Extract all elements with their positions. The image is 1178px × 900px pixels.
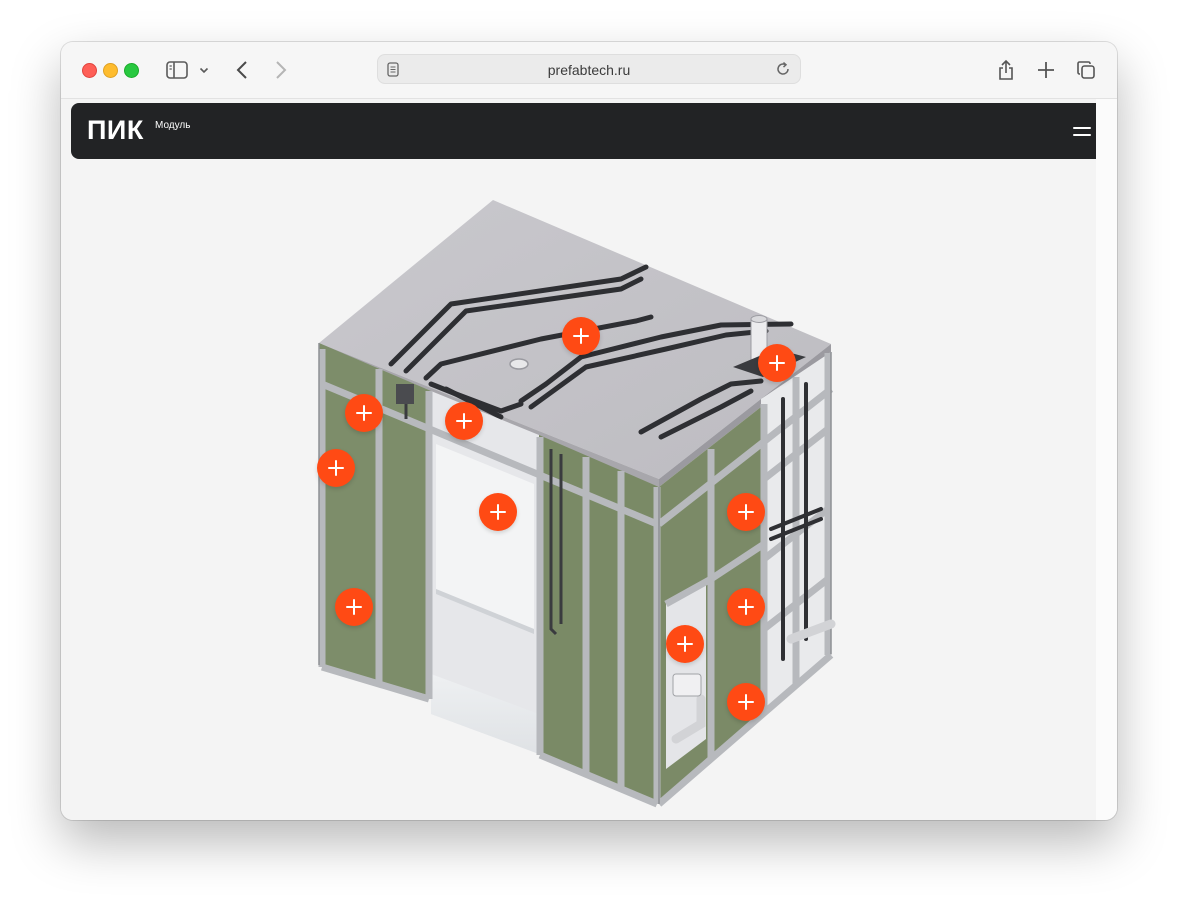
hotspot-wall-top-left[interactable] — [345, 394, 383, 432]
url-text: prefabtech.ru — [547, 62, 631, 78]
site-logo-subtitle: Модуль — [155, 120, 191, 131]
hotspot-toilet-installation[interactable] — [666, 625, 704, 663]
hamburger-menu-icon[interactable] — [1073, 124, 1091, 138]
plus-icon — [738, 694, 754, 710]
forward-arrow-icon[interactable] — [270, 58, 292, 82]
tab-overview-icon[interactable] — [1075, 59, 1097, 81]
hotspot-side-wall-middle[interactable] — [727, 588, 765, 626]
plus-icon — [346, 599, 362, 615]
plus-icon — [677, 636, 693, 652]
address-bar[interactable]: prefabtech.ru — [377, 54, 801, 84]
plus-icon — [456, 413, 472, 429]
plus-icon — [328, 460, 344, 476]
back-arrow-icon[interactable] — [231, 58, 253, 82]
browser-toolbar: prefabtech.ru — [61, 42, 1117, 99]
zoom-window-button[interactable] — [124, 63, 139, 78]
hotspot-wall-bottom-left[interactable] — [335, 588, 373, 626]
hotspot-bathroom-interior[interactable] — [479, 493, 517, 531]
page-content: ПИК Модуль — [61, 99, 1096, 820]
plus-icon — [769, 355, 785, 371]
share-icon[interactable] — [995, 57, 1017, 83]
hotspot-door-frame[interactable] — [445, 402, 483, 440]
plus-icon — [490, 504, 506, 520]
site-header: ПИК Модуль — [71, 103, 1096, 159]
hotspot-side-wall-upper[interactable] — [727, 493, 765, 531]
chevron-down-icon[interactable] — [197, 62, 211, 78]
reload-icon[interactable] — [775, 61, 791, 82]
hotspot-ventilation[interactable] — [758, 344, 796, 382]
module-illustration — [318, 200, 836, 808]
hotspot-side-wall-bottom[interactable] — [727, 683, 765, 721]
new-tab-plus-icon[interactable] — [1035, 59, 1057, 81]
browser-window: prefabtech.ru ПИК Модуль — [61, 42, 1117, 820]
plus-icon — [738, 599, 754, 615]
hotspot-ceiling[interactable] — [562, 317, 600, 355]
site-logo[interactable]: ПИК — [87, 115, 144, 146]
sidebar-toggle-icon[interactable] — [165, 59, 189, 81]
minimize-window-button[interactable] — [103, 63, 118, 78]
plus-icon — [356, 405, 372, 421]
hotspot-wall-left[interactable] — [317, 449, 355, 487]
close-window-button[interactable] — [82, 63, 97, 78]
plus-icon — [573, 328, 589, 344]
plus-icon — [738, 504, 754, 520]
front-wall-right — [539, 435, 659, 804]
front-wall-left — [319, 343, 431, 696]
scrollbar-gutter[interactable] — [1096, 99, 1117, 820]
